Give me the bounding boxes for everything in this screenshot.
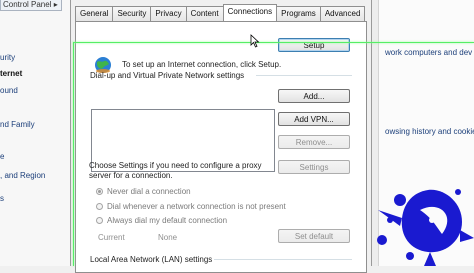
group-divider xyxy=(256,75,352,76)
tab-privacy[interactable]: Privacy xyxy=(150,6,187,21)
sidebar-link-sound[interactable]: ound xyxy=(0,86,18,95)
right-link-history[interactable]: owsing history and cookies xyxy=(385,127,474,136)
proxy-instruction: Choose Settings if you need to configure… xyxy=(89,161,262,180)
radio-dial-whenever[interactable]: Dial whenever a network connection is no… xyxy=(96,202,286,211)
lan-settings-label: Local Area Network (LAN) settings xyxy=(90,255,213,264)
ink-splash-graphic xyxy=(377,189,474,266)
selection-line-horizontal xyxy=(73,42,474,43)
radio-always-dial-label: Always dial my default connection xyxy=(107,216,228,225)
add-vpn-button[interactable]: Add VPN... xyxy=(278,112,350,126)
settings-button[interactable]: Settings xyxy=(278,160,350,174)
dialup-vpn-label: Dial-up and Virtual Private Network sett… xyxy=(90,71,245,80)
tab-general[interactable]: General xyxy=(75,6,114,21)
tab-content[interactable]: Content xyxy=(185,6,224,21)
sidebar-link-region[interactable]: , and Region xyxy=(0,171,45,180)
setup-instruction: To set up an Internet connection, click … xyxy=(122,60,282,69)
mouse-cursor-icon xyxy=(250,34,260,48)
remove-button[interactable]: Remove... xyxy=(278,135,350,149)
internet-properties-dialog: General Security Privacy Content Connect… xyxy=(70,0,372,273)
tab-connections[interactable]: Connections xyxy=(222,4,278,21)
group-divider xyxy=(214,259,352,260)
current-label: Current xyxy=(98,233,125,242)
radio-never-dial[interactable]: Never dial a connection xyxy=(96,187,191,196)
connections-panel: To set up an Internet connection, click … xyxy=(75,21,367,273)
breadcrumb[interactable]: Control Panel ▸ xyxy=(0,0,62,11)
tab-advanced[interactable]: Advanced xyxy=(319,6,366,21)
add-button[interactable]: Add... xyxy=(278,89,350,103)
tab-strip: General Security Privacy Content Connect… xyxy=(75,4,366,21)
radio-never-dial-label: Never dial a connection xyxy=(107,187,191,196)
sidebar-link-security[interactable]: urity xyxy=(0,53,15,62)
set-default-button[interactable]: Set default xyxy=(278,229,350,243)
radio-button[interactable] xyxy=(96,217,103,224)
sidebar-link-family[interactable]: nd Family xyxy=(0,120,35,129)
sidebar-link-s[interactable]: s xyxy=(0,194,4,203)
sidebar-link-internet[interactable]: ternet xyxy=(0,69,22,78)
tab-security[interactable]: Security xyxy=(112,6,152,21)
selection-line-vertical xyxy=(73,42,74,266)
control-panel-left: Control Panel ▸ urity ternet ound nd Fam… xyxy=(0,0,71,266)
current-value: None xyxy=(158,233,178,242)
radio-button-checked[interactable] xyxy=(96,188,103,195)
right-link-network[interactable]: work computers and dev xyxy=(385,48,472,57)
radio-button[interactable] xyxy=(96,203,103,210)
radio-dial-whenever-label: Dial whenever a network connection is no… xyxy=(107,202,286,211)
tab-programs[interactable]: Programs xyxy=(276,6,321,21)
setup-button[interactable]: Setup xyxy=(278,38,350,52)
radio-always-dial[interactable]: Always dial my default connection xyxy=(96,216,227,225)
sidebar-link-e[interactable]: e xyxy=(0,152,4,161)
